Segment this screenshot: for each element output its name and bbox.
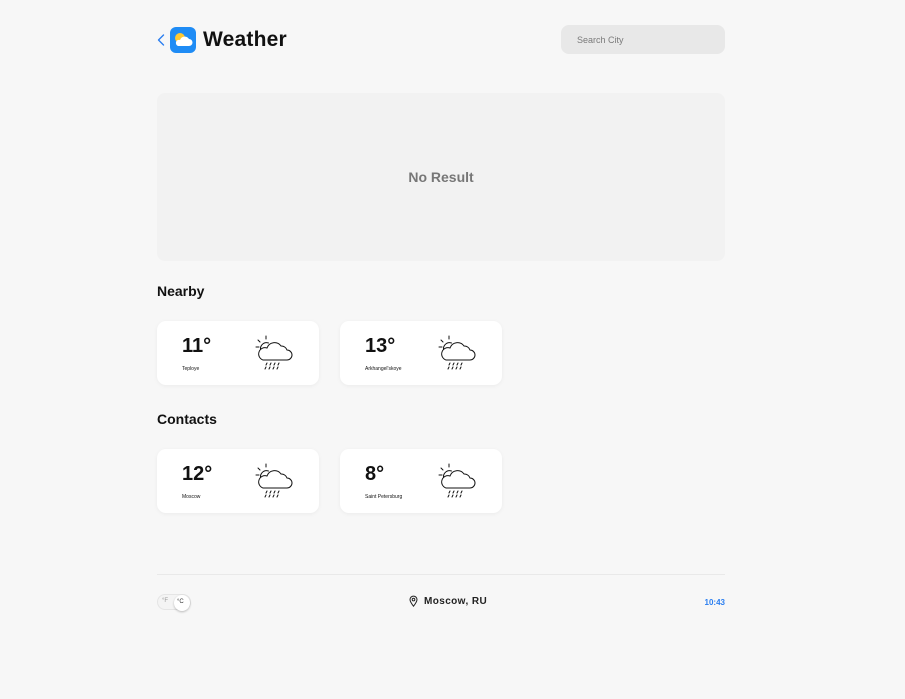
nearby-title: Nearby: [157, 283, 205, 299]
city-name: Saint Petersburg: [365, 494, 403, 500]
no-result-text: No Result: [408, 169, 474, 185]
sun-cloud-rain-icon: [437, 461, 479, 503]
fahrenheit-label: °F: [162, 598, 169, 604]
current-location: Moscow, RU: [409, 595, 487, 607]
chevron-left-icon[interactable]: [155, 31, 167, 49]
location-text: Moscow, RU: [424, 595, 488, 607]
app-title: Weather: [203, 28, 287, 51]
city-name: Arkhangel'skoye: [365, 366, 402, 372]
nearby-card[interactable]: 13° Arkhangel'skoye: [340, 321, 502, 385]
temperature: 8°: [365, 463, 385, 485]
city-name: Teploye: [182, 366, 200, 372]
celsius-label: °C: [177, 599, 184, 605]
unit-toggle-knob[interactable]: °C: [174, 595, 190, 611]
weather-app-icon: [170, 27, 196, 53]
sun-cloud-rain-icon: [254, 461, 296, 503]
temperature: 11°: [182, 335, 212, 357]
contact-card[interactable]: 12° Moscow: [157, 449, 319, 513]
header: Weather: [157, 25, 725, 55]
sun-cloud-rain-icon: [254, 333, 296, 375]
unit-toggle[interactable]: °F °C: [157, 594, 191, 611]
footer-divider: [157, 574, 725, 575]
map-pin-icon: [409, 595, 418, 607]
temperature: 13°: [365, 335, 396, 357]
city-name: Moscow: [182, 494, 201, 500]
search-results-panel: No Result: [157, 93, 725, 261]
contact-card[interactable]: 8° Saint Petersburg: [340, 449, 502, 513]
contacts-title: Contacts: [157, 411, 217, 427]
temperature: 12°: [182, 463, 213, 485]
nearby-card[interactable]: 11° Teploye: [157, 321, 319, 385]
clock-time: 10:43: [704, 598, 725, 607]
search-city-input[interactable]: [561, 25, 725, 54]
sun-cloud-rain-icon: [437, 333, 479, 375]
